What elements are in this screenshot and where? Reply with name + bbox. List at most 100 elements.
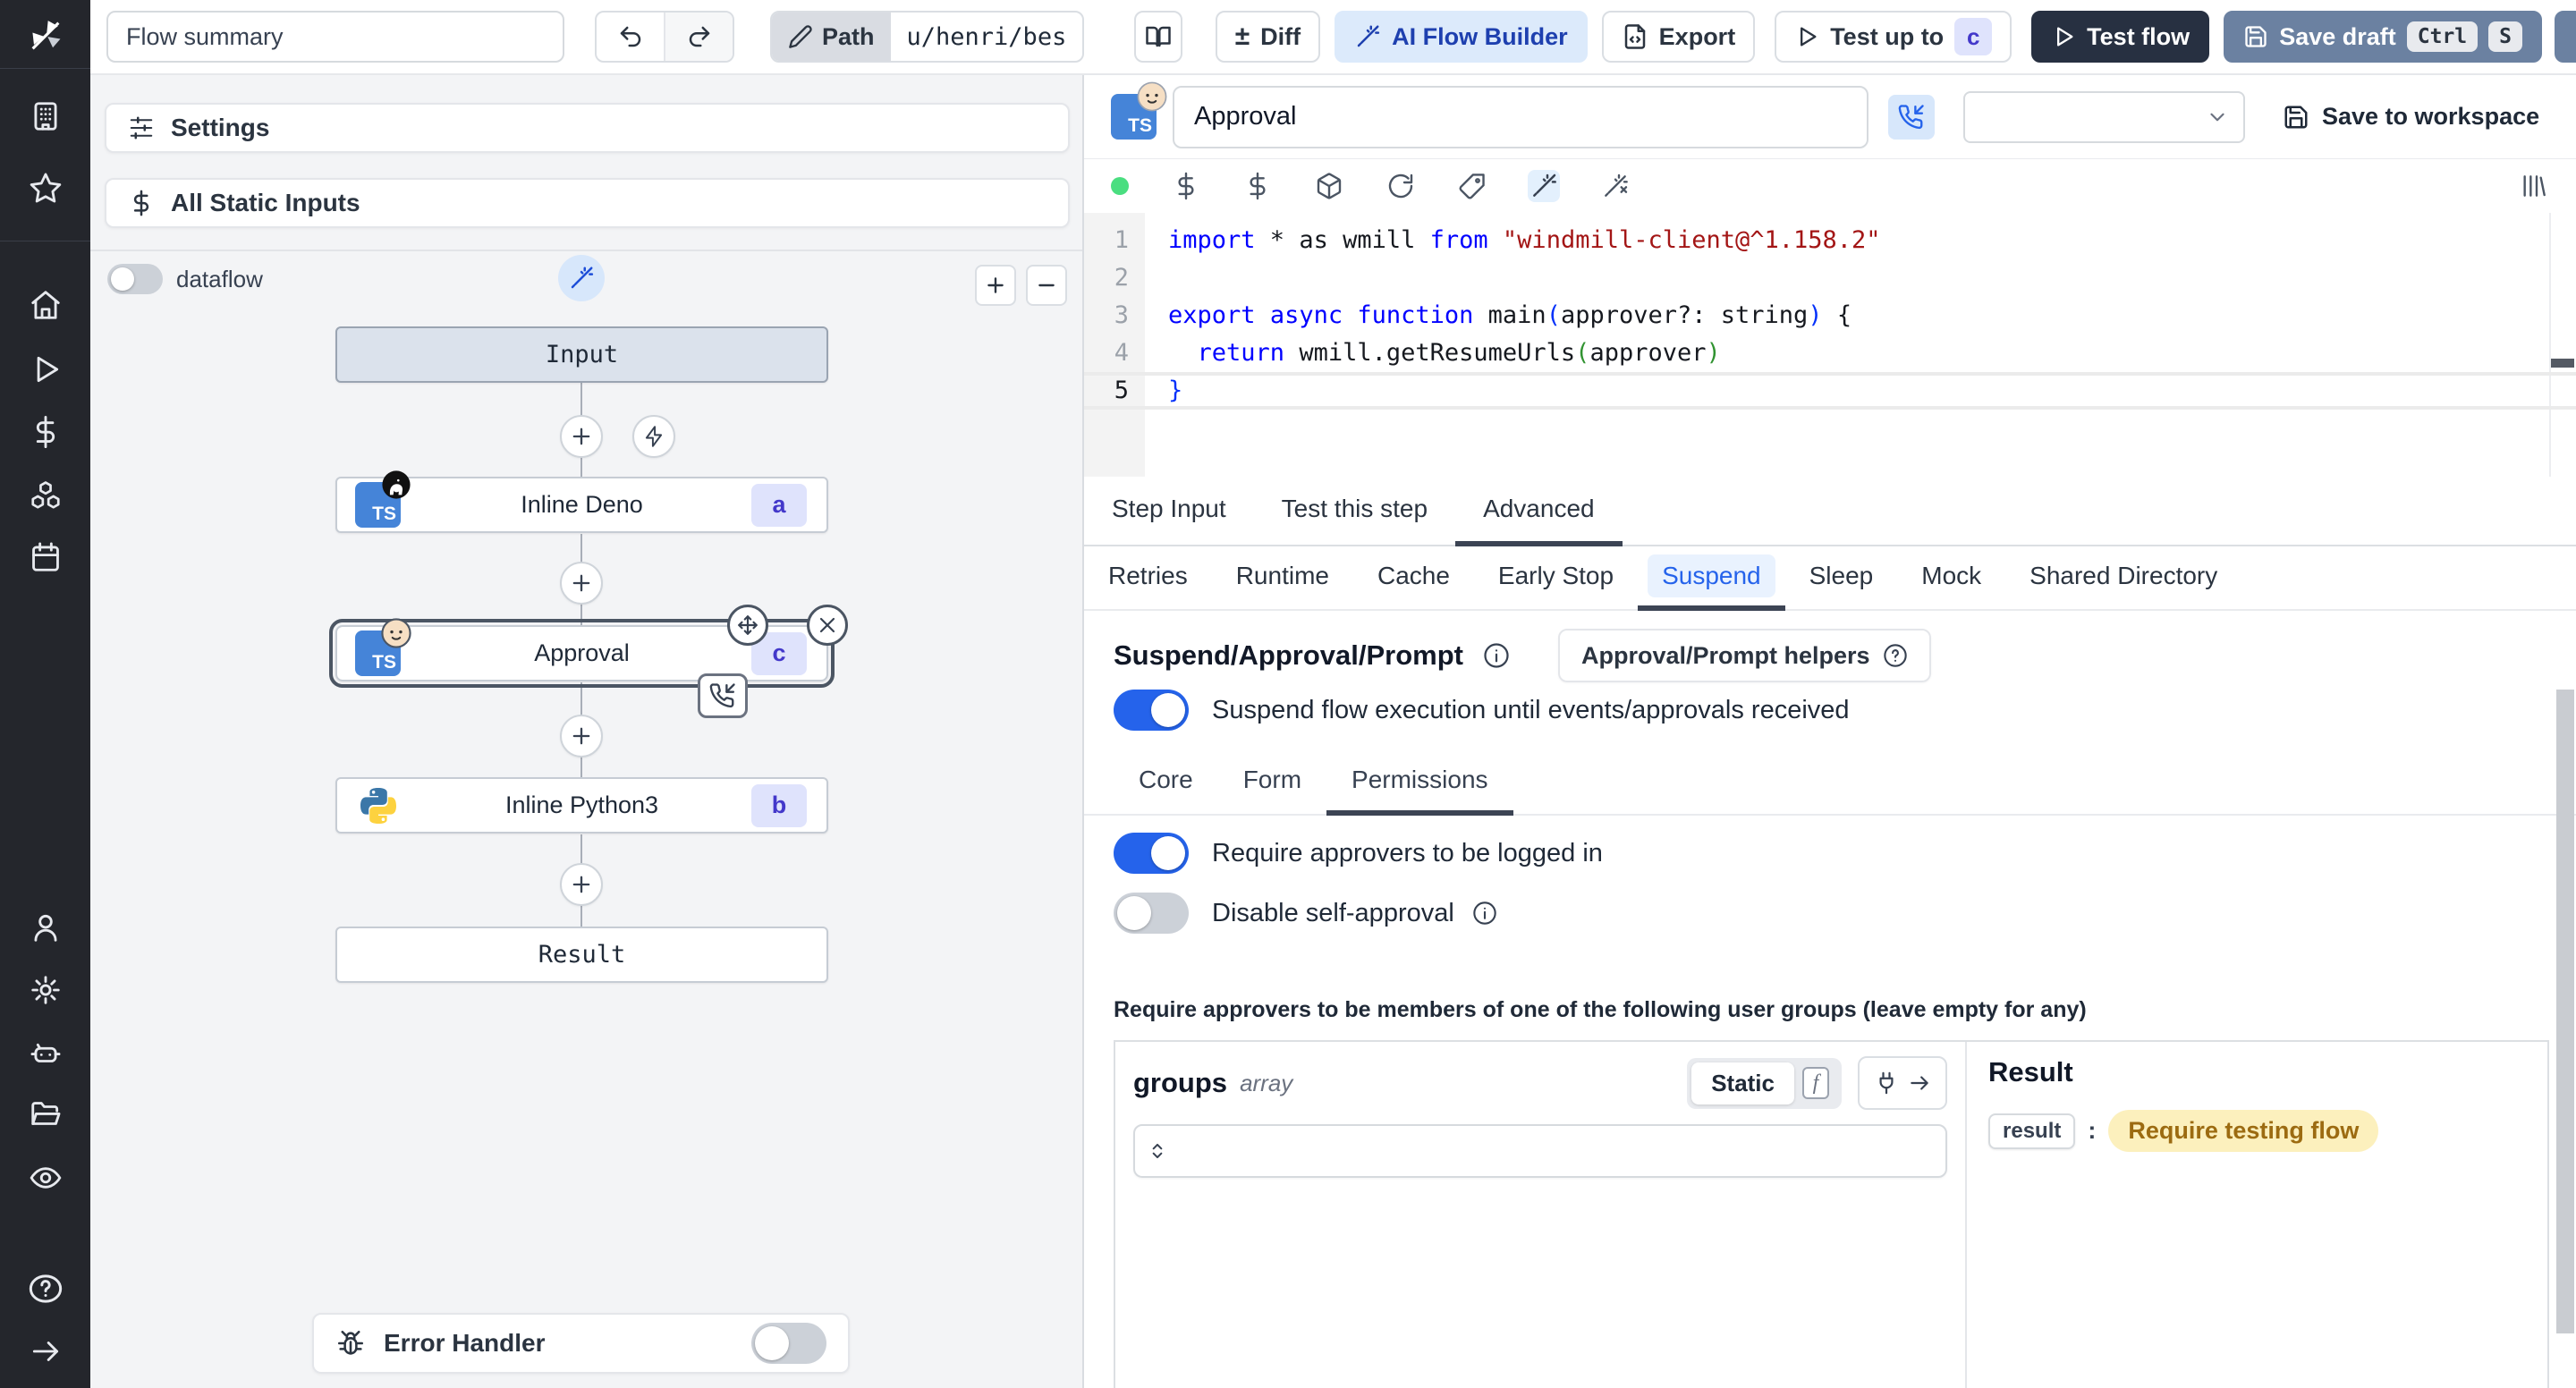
users-icon[interactable] [25, 907, 66, 948]
tab-runtime[interactable]: Runtime [1212, 546, 1353, 611]
info-icon[interactable] [1483, 642, 1510, 669]
plus-icon [987, 277, 1004, 293]
suspend-flow-toggle[interactable] [1114, 690, 1189, 731]
tab-retries[interactable]: Retries [1084, 546, 1212, 611]
error-handler-toggle[interactable] [751, 1323, 826, 1364]
test-up-to-button[interactable]: Test up to c [1775, 11, 2012, 63]
tab-cache[interactable]: Cache [1353, 546, 1474, 611]
code-line[interactable]: 1 import * as wmill from "windmill-client… [1084, 222, 2576, 259]
approval-prompt-helpers-button[interactable]: Approval/Prompt helpers [1557, 629, 1931, 682]
code-editor[interactable]: 1 import * as wmill from "windmill-client… [1084, 213, 2576, 477]
disable-self-approval-label: Disable self-approval [1212, 898, 1454, 927]
code-lines[interactable]: 1 import * as wmill from "windmill-client… [1084, 222, 2576, 410]
flow-summary-input[interactable] [106, 11, 564, 63]
step-name-input[interactable] [1173, 85, 1868, 148]
flow-result-node[interactable]: Result [335, 927, 828, 983]
ai-fix-icon[interactable] [1599, 170, 1631, 202]
ai-flow-builder-button[interactable]: AI Flow Builder [1335, 11, 1588, 63]
collapse-arrow-icon[interactable] [25, 1331, 66, 1372]
play-icon [1801, 27, 1817, 47]
suspend-approval-indicator[interactable] [698, 673, 748, 718]
dataflow-toggle[interactable] [107, 264, 163, 294]
tab-sleep[interactable]: Sleep [1785, 546, 1898, 611]
groups-array-input[interactable] [1133, 1124, 1947, 1178]
favorites-star-icon[interactable] [25, 167, 66, 208]
variables-icon[interactable] [25, 411, 66, 453]
connect-input-button[interactable] [1858, 1056, 1947, 1110]
error-handler-row[interactable]: Error Handler [312, 1313, 850, 1374]
workspace-icon[interactable] [25, 96, 66, 137]
insert-step-button[interactable] [560, 715, 603, 757]
delete-step-button[interactable] [807, 605, 848, 646]
zoom-in-button[interactable] [975, 265, 1016, 306]
subtab-core[interactable]: Core [1114, 749, 1218, 816]
subtab-permissions[interactable]: Permissions [1326, 749, 1513, 816]
phone-incoming-icon [1898, 104, 1924, 129]
variables-icon[interactable] [1170, 170, 1202, 202]
diff-button[interactable]: ± Diff [1215, 11, 1321, 63]
schedules-icon[interactable] [25, 537, 66, 578]
export-button[interactable]: Export [1601, 11, 1756, 63]
expression-mode-button[interactable]: f [1794, 1067, 1837, 1099]
code-line[interactable]: 5} [1084, 372, 2576, 410]
docs-button[interactable] [1134, 11, 1183, 63]
tab-suspend[interactable]: Suspend [1638, 546, 1785, 611]
ai-assist-button[interactable] [558, 255, 605, 301]
folders-icon[interactable] [25, 1095, 66, 1136]
suspend-approval-button[interactable] [1888, 94, 1935, 140]
step-node-inline-python[interactable]: Inline Python3 b [335, 777, 828, 834]
package-icon[interactable] [1313, 170, 1345, 202]
script-version-select[interactable] [1963, 90, 2245, 143]
workers-icon[interactable] [25, 1032, 66, 1073]
help-icon[interactable] [25, 1268, 66, 1309]
result-title: Result [1988, 1056, 2073, 1088]
code-line[interactable]: 2 [1084, 259, 2576, 297]
redo-button[interactable] [665, 13, 733, 61]
tab-mock[interactable]: Mock [1897, 546, 2005, 611]
settings-gear-icon[interactable] [25, 969, 66, 1011]
tab-test-this-step[interactable]: Test this step [1254, 477, 1455, 546]
home-icon[interactable] [25, 284, 66, 326]
windmill-logo-icon[interactable] [25, 13, 66, 59]
static-mode-button[interactable]: Static [1691, 1062, 1794, 1104]
insert-step-button[interactable] [560, 415, 603, 458]
subtab-form[interactable]: Form [1218, 749, 1326, 816]
path-value[interactable]: u/henri/bes [891, 13, 1083, 61]
arg-name: groups [1133, 1067, 1228, 1098]
result-key-chip[interactable]: result [1988, 1113, 2076, 1149]
zoom-out-button[interactable] [1026, 265, 1067, 306]
tab-early-stop[interactable]: Early Stop [1474, 546, 1638, 611]
move-step-button[interactable] [727, 605, 768, 646]
insert-step-button[interactable] [560, 863, 603, 906]
resources-icon[interactable] [25, 474, 66, 515]
code-line[interactable]: 3 export async function main(approver?: s… [1084, 297, 2576, 334]
deploy-button-partial[interactable] [2555, 11, 2576, 63]
flow-settings-row[interactable]: Settings [105, 103, 1070, 153]
undo-button[interactable] [597, 13, 664, 61]
all-static-inputs-row[interactable]: All Static Inputs [105, 178, 1070, 228]
ai-gen-active-icon[interactable] [1528, 170, 1560, 202]
tab-shared-directory[interactable]: Shared Directory [2005, 546, 2241, 611]
plus-icon [572, 727, 590, 745]
reload-icon[interactable] [1385, 170, 1417, 202]
disable-self-approval-toggle[interactable] [1114, 893, 1189, 934]
code-line[interactable]: 4 return wmill.getResumeUrls(approver) [1084, 334, 2576, 372]
save-draft-button[interactable]: Save draft Ctrl S [2224, 11, 2542, 63]
tag-icon[interactable] [1456, 170, 1488, 202]
require-login-toggle[interactable] [1114, 833, 1189, 874]
tab-advanced[interactable]: Advanced [1455, 477, 1623, 546]
insert-step-button[interactable] [560, 562, 603, 605]
save-to-workspace-button[interactable]: Save to workspace [2283, 103, 2539, 131]
edit-path-button[interactable]: Path [772, 13, 891, 61]
runs-icon[interactable] [25, 349, 66, 390]
logs-eye-icon[interactable] [25, 1157, 66, 1198]
panel-scrollbar[interactable] [2556, 690, 2574, 1333]
library-icon[interactable] [2517, 170, 2549, 202]
info-icon[interactable] [1472, 901, 1497, 926]
insert-trigger-button[interactable] [632, 415, 675, 458]
flow-input-node[interactable]: Input [335, 326, 828, 383]
resources-dollar-icon[interactable] [1241, 170, 1274, 202]
tab-step-input[interactable]: Step Input [1084, 477, 1254, 546]
step-node-inline-deno[interactable]: TS Inline Deno a [335, 470, 828, 533]
test-flow-button[interactable]: Test flow [2031, 11, 2210, 63]
